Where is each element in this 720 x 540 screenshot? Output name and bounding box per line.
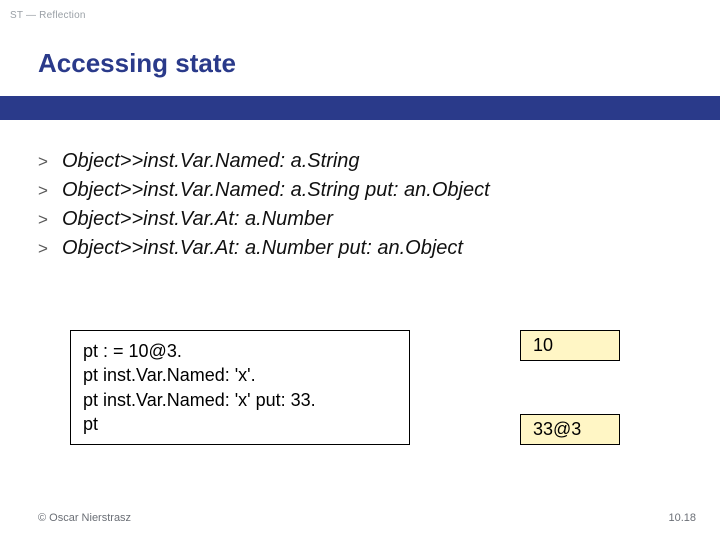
list-item: > Object>>inst.Var.Named: a.String put: … <box>38 179 682 202</box>
bullet-marker: > <box>38 210 62 230</box>
bullet-list: > Object>>inst.Var.Named: a.String > Obj… <box>38 150 682 266</box>
page-title: Accessing state <box>38 48 236 79</box>
spacer <box>520 371 620 405</box>
title-band <box>0 96 720 120</box>
list-item: > Object>>inst.Var.At: a.Number put: an.… <box>38 237 682 260</box>
list-item: > Object>>inst.Var.At: a.Number <box>38 208 682 231</box>
page-number: 10.18 <box>668 512 696 524</box>
slide: ST — Reflection Accessing state > Object… <box>0 0 720 540</box>
code-line: pt : = 10@3. <box>83 339 397 363</box>
bullet-text: Object>>inst.Var.Named: a.String <box>62 150 360 173</box>
results-column: 10 33@3 <box>520 330 620 445</box>
bullet-marker: > <box>38 152 62 172</box>
list-item: > Object>>inst.Var.Named: a.String <box>38 150 682 173</box>
bullet-marker: > <box>38 239 62 259</box>
bullet-text: Object>>inst.Var.At: a.Number put: an.Ob… <box>62 237 463 260</box>
bullet-marker: > <box>38 181 62 201</box>
result-box: 33@3 <box>520 414 620 445</box>
result-box: 10 <box>520 330 620 361</box>
bullet-text: Object>>inst.Var.At: a.Number <box>62 208 333 231</box>
code-line: pt <box>83 412 397 436</box>
code-line: pt inst.Var.Named: 'x' put: 33. <box>83 388 397 412</box>
code-box: pt : = 10@3. pt inst.Var.Named: 'x'. pt … <box>70 330 410 445</box>
bullet-text: Object>>inst.Var.Named: a.String put: an… <box>62 179 490 202</box>
copyright: © Oscar Nierstrasz <box>38 512 131 524</box>
example-area: pt : = 10@3. pt inst.Var.Named: 'x'. pt … <box>70 330 682 445</box>
code-line: pt inst.Var.Named: 'x'. <box>83 363 397 387</box>
breadcrumb: ST — Reflection <box>10 10 86 21</box>
